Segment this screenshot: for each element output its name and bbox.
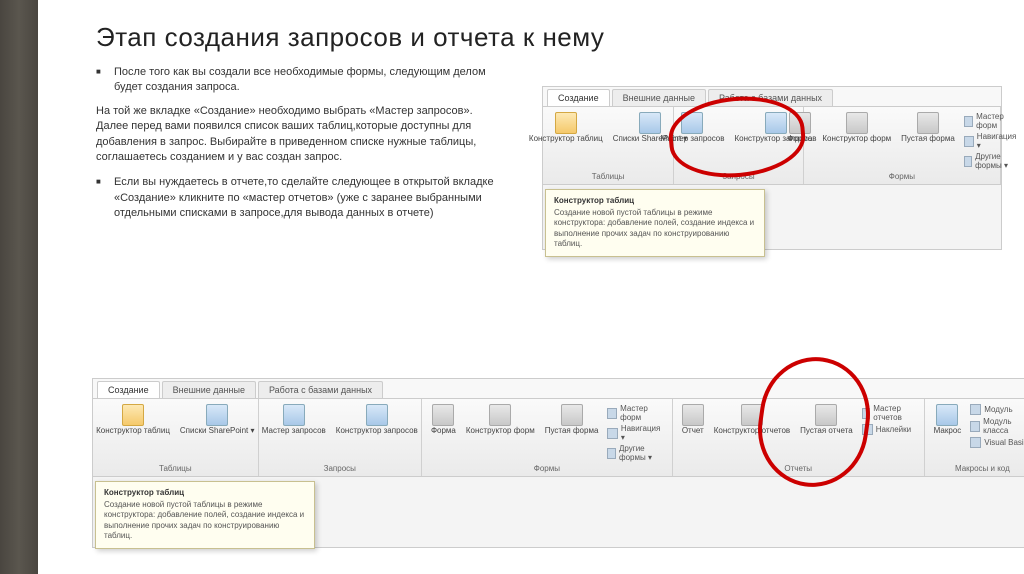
form-icon [432,404,454,426]
query-wizard-icon [283,404,305,426]
tab-external[interactable]: Внешние данные [612,89,706,106]
btn-other-forms[interactable]: Другие формы ▾ [607,444,663,462]
navigation-icon [607,428,617,439]
table-constructor-icon [555,112,577,134]
bullet-1: После того как вы создали все необходимы… [96,65,496,96]
ribbon-tabs: Создание Внешние данные Работа с базами … [93,379,1024,399]
navigation-icon [964,136,974,147]
blank-report-icon [815,404,837,426]
blank-form-icon [917,112,939,134]
btn-master-otchetov[interactable]: Мастер отчетов [862,404,916,422]
presentation-side-bar [0,0,38,574]
btn-nakleiki[interactable]: Наклейки [862,424,916,435]
slide-content: Этап создания запросов и отчета к нему П… [38,0,1024,574]
report-wizard-icon [862,408,871,419]
ribbon-body: Конструктор таблиц Списки SharePoint ▾ Т… [543,107,1001,185]
btn-modul[interactable]: Модуль [970,404,1024,415]
blank-form-icon [561,404,583,426]
tab-dbwork[interactable]: Работа с базами данных [708,89,833,106]
form-constructor-icon [846,112,868,134]
btn-konst-form[interactable]: Конструктор форм [819,110,894,146]
group-queries: Мастер запросов Конструктор запросов Зап… [259,399,422,476]
tab-create[interactable]: Создание [547,89,610,106]
btn-konst-zaprosov[interactable]: Конструктор запросов [333,402,421,438]
forms-small-list: Мастер форм Навигация ▾ Другие формы ▾ [962,110,1020,172]
macros-small-list: Модуль Модуль класса Visual Basic [968,402,1024,450]
btn-konst-tablic[interactable]: Конструктор таблиц [93,402,173,438]
module-icon [970,404,981,415]
group-forms: Форма Конструктор форм Пустая форма Маст… [804,107,1001,184]
ribbon-screenshot-1: Создание Внешние данные Работа с базами … [542,86,1002,250]
sharepoint-lists-icon [206,404,228,426]
ribbon-screenshot-2: Создание Внешние данные Работа с базами … [92,378,1024,548]
btn-konst-otchetov[interactable]: Конструктор отчетов [711,402,793,438]
report-constructor-icon [741,404,763,426]
tooltip-konst-tablic: Конструктор таблиц Создание новой пустой… [95,481,315,549]
btn-makros[interactable]: Макрос [931,402,965,438]
btn-navigation[interactable]: Навигация ▾ [607,424,663,442]
btn-navigation[interactable]: Навигация ▾ [964,132,1018,150]
btn-konst-tablic[interactable]: Конструктор таблиц [526,110,606,146]
group-tables: Конструктор таблиц Списки SharePoint ▾ Т… [543,107,674,184]
btn-visual-basic[interactable]: Visual Basic [970,437,1024,448]
tab-external[interactable]: Внешние данные [162,381,256,398]
tooltip-konst-tablic: Конструктор таблиц Создание новой пустой… [545,189,765,257]
bullet-2: Если вы нуждаетесь в отчете,то сделайте … [96,175,496,221]
ribbon-body: Конструктор таблиц Списки SharePoint ▾ Т… [93,399,1024,477]
btn-spiski-sharepoint[interactable]: Списки SharePoint ▾ [177,402,258,438]
form-wizard-icon [964,116,973,127]
form-icon [789,112,811,134]
form-wizard-icon [607,408,617,419]
btn-pust-form[interactable]: Пустая форма [898,110,958,146]
forms-small-list: Мастер форм Навигация ▾ Другие формы ▾ [605,402,665,464]
report-icon [682,404,704,426]
class-module-icon [970,421,980,432]
query-constructor-icon [366,404,388,426]
btn-forma[interactable]: Форма [784,110,815,146]
form-constructor-icon [489,404,511,426]
labels-icon [862,424,873,435]
btn-forma[interactable]: Форма [428,402,459,438]
slide-title: Этап создания запросов и отчета к нему [96,22,1024,53]
table-constructor-icon [122,404,144,426]
btn-modul-klassa[interactable]: Модуль класса [970,417,1024,435]
tab-create[interactable]: Создание [97,381,160,398]
btn-master-zaprosov[interactable]: Мастер запросов [259,402,329,438]
macro-icon [936,404,958,426]
btn-master-form[interactable]: Мастер форм [607,404,663,422]
btn-master-form[interactable]: Мастер форм [964,112,1018,130]
tab-dbwork[interactable]: Работа с базами данных [258,381,383,398]
group-forms: Форма Конструктор форм Пустая форма Маст… [422,399,673,476]
paragraph-1: На той же вкладке «Создание» необходимо … [96,104,496,166]
btn-pust-otchet[interactable]: Пустая отчета [797,402,856,438]
btn-pust-form[interactable]: Пустая форма [542,402,602,438]
btn-other-forms[interactable]: Другие формы ▾ [964,152,1018,170]
group-macros: Макрос Модуль Модуль класса Visual Basic… [925,399,1024,476]
visual-basic-icon [970,437,981,448]
other-forms-icon [607,448,616,459]
btn-konst-form[interactable]: Конструктор форм [463,402,538,438]
btn-otchet[interactable]: Отчет [679,402,707,438]
btn-master-zaprosov[interactable]: Мастер запросов [657,110,727,146]
group-reports: Отчет Конструктор отчетов Пустая отчета … [673,399,925,476]
query-wizard-icon [681,112,703,134]
reports-small-list: Мастер отчетов Наклейки [860,402,918,437]
slide-body: После того как вы создали все необходимы… [96,65,496,222]
other-forms-icon [964,156,972,167]
ribbon-tabs: Создание Внешние данные Работа с базами … [543,87,1001,107]
group-tables: Конструктор таблиц Списки SharePoint ▾ Т… [93,399,259,476]
query-constructor-icon [765,112,787,134]
